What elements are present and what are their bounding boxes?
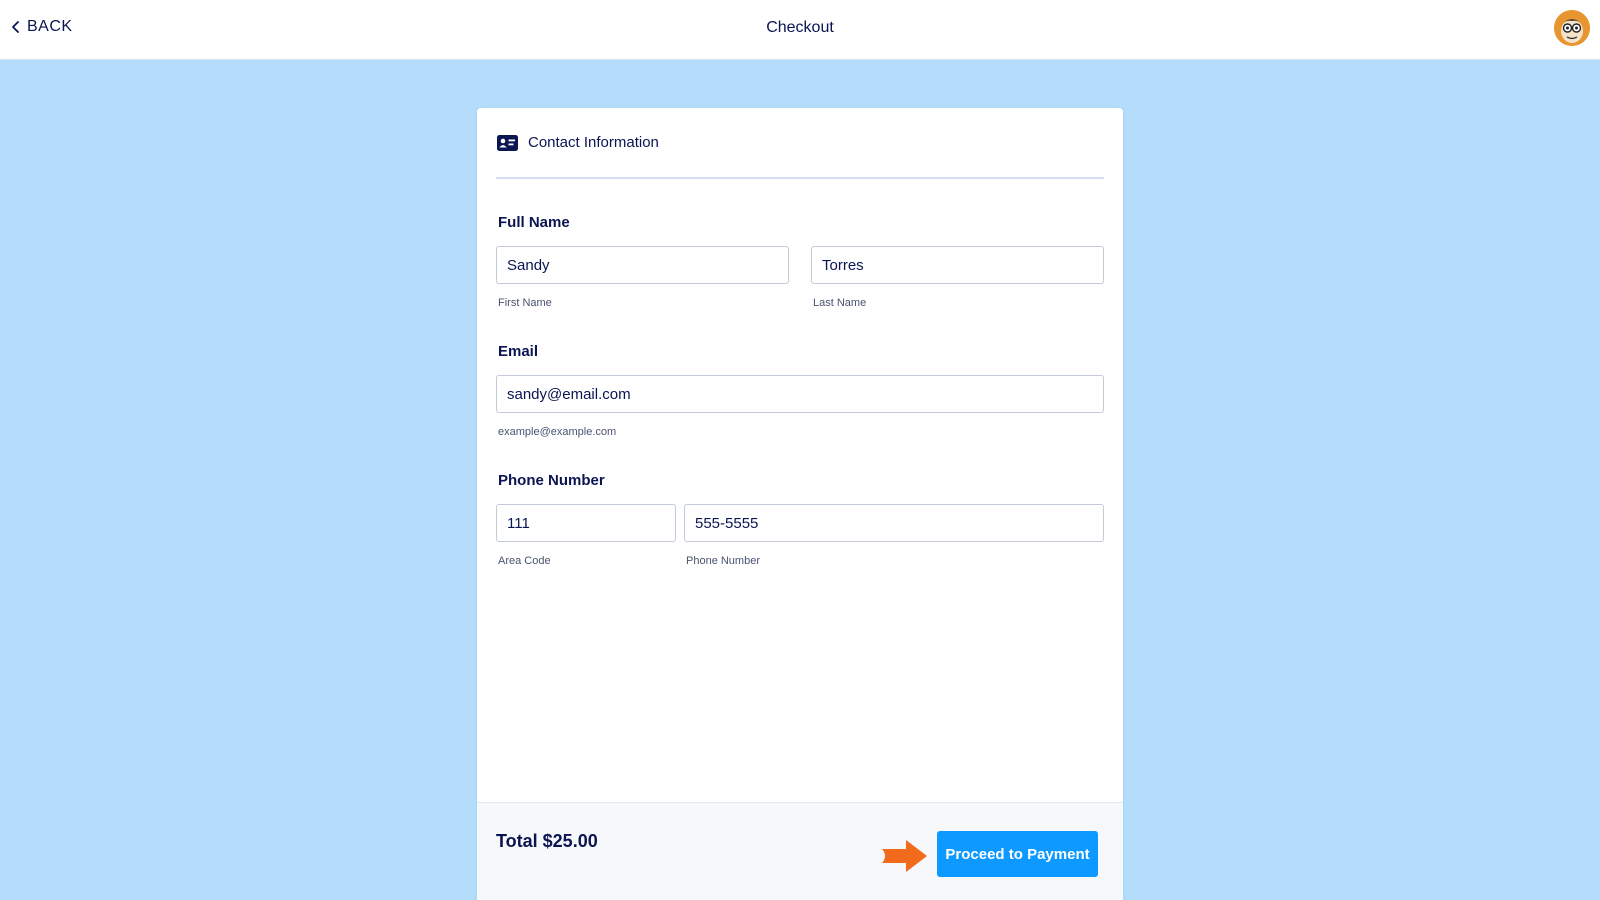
- area-code-sublabel: Area Code: [498, 555, 551, 567]
- first-name-input[interactable]: Sandy: [496, 246, 789, 284]
- section-title: Contact Information: [528, 134, 659, 151]
- proceed-to-payment-button[interactable]: Proceed to Payment: [937, 831, 1098, 877]
- phone-label: Phone Number: [498, 472, 605, 489]
- contact-card-icon: [497, 134, 518, 151]
- email-input[interactable]: sandy@email.com: [496, 375, 1104, 413]
- email-label: Email: [498, 343, 539, 360]
- last-name-sublabel: Last Name: [813, 297, 867, 309]
- arrow-right-icon: [882, 840, 927, 872]
- first-name-sublabel: First Name: [498, 297, 552, 309]
- section-header: Contact Information: [497, 134, 659, 151]
- avatar[interactable]: [1554, 10, 1590, 46]
- phone-number-input[interactable]: 555-5555: [684, 504, 1104, 542]
- email-sublabel: example@example.com: [498, 426, 617, 438]
- checkout-footer: Total $25.00 Proceed to Payment: [477, 802, 1123, 900]
- section-divider: [496, 177, 1104, 179]
- phone-number-sublabel: Phone Number: [686, 555, 760, 567]
- page-title: Checkout: [766, 19, 834, 36]
- last-name-input[interactable]: Torres: [811, 246, 1104, 284]
- full-name-label: Full Name: [498, 214, 570, 231]
- checkout-form-card: Contact Information Full Name Sandy Firs…: [477, 108, 1123, 900]
- order-total: Total $25.00: [496, 831, 598, 851]
- top-bar: BACK Checkout: [0, 0, 1600, 60]
- avatar-icon: [1554, 10, 1590, 46]
- area-code-input[interactable]: 111: [496, 504, 676, 542]
